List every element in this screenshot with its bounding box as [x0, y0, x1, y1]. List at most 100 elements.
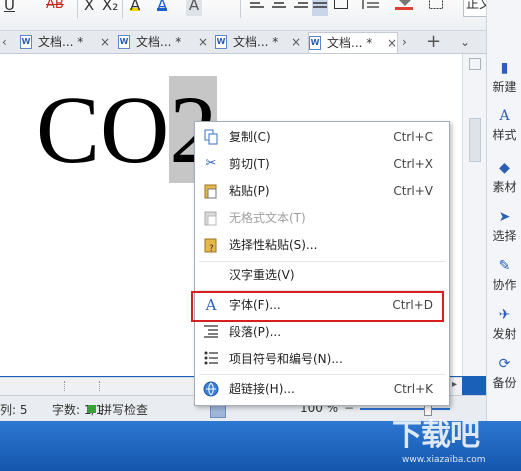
menu-item-copy[interactable]: 复制(C) Ctrl+C	[195, 124, 449, 150]
menu-item-label: 剪切(T)	[229, 157, 270, 171]
justify-icon[interactable]	[312, 0, 328, 16]
sidebar-item-label: 协作	[492, 278, 517, 292]
superscript-button[interactable]: X	[84, 0, 94, 16]
scroll-right-icon[interactable]: ▸	[452, 379, 457, 390]
style-icon: A	[499, 108, 510, 124]
align-center-icon[interactable]	[272, 0, 286, 16]
sidebar-item-send[interactable]: ✈ 发射	[487, 307, 521, 342]
formatting-toolbar: U AB X X₂ A A A 正文	[0, 0, 495, 31]
new-doc-icon: ▮	[500, 60, 509, 76]
menu-item-label: 超链接(H)...	[229, 382, 295, 396]
font-color-button[interactable]: A	[157, 0, 168, 14]
toolbar-divider	[240, 0, 241, 18]
menu-item-label: 项目符号和编号(N)...	[229, 352, 343, 366]
word-doc-icon: W	[20, 35, 32, 49]
collaborate-icon: ✎	[498, 258, 511, 274]
horizontal-scroll-thumb[interactable]	[64, 381, 100, 391]
sidebar-item-label: 新建	[492, 80, 517, 94]
sidebar-item-label: 选择	[492, 229, 517, 243]
backup-icon: ⟳	[498, 356, 511, 372]
menu-item-label: 段落(P)...	[229, 325, 282, 339]
hyperlink-icon	[203, 381, 219, 397]
tab-list-icon[interactable]: ⌄	[460, 32, 474, 52]
underline-button[interactable]: U	[4, 0, 15, 16]
highlight-color-button[interactable]: A	[130, 0, 141, 14]
menu-item-reconvert[interactable]: 汉字重选(V)	[195, 262, 449, 288]
watermark-url: www.xiazaiba.com	[402, 455, 486, 465]
menu-item-label: 选择性粘贴(S)...	[229, 238, 318, 252]
tab-label: 文档... *	[233, 35, 279, 49]
copy-icon	[203, 129, 219, 145]
distributed-align-icon[interactable]	[334, 0, 348, 16]
strikethrough-button[interactable]: AB	[46, 0, 64, 16]
document-tab-bar: ‹ W 文档... * × W 文档... * × W 文档... * × W …	[0, 31, 486, 54]
sidebar-item-backup[interactable]: ⟳ 备份	[487, 356, 521, 391]
right-task-pane: ▮ 新建 A 样式 ◆ 素材 ➤ 选择 ✎ 协作 ✈ 发射 ⟳ 备份	[486, 0, 521, 421]
tab-document-4-active[interactable]: W 文档... * ×	[308, 32, 398, 53]
paragraph-icon	[203, 324, 219, 340]
tab-close-icon[interactable]: ×	[387, 33, 397, 53]
watermark-logo: 下载吧	[392, 418, 480, 453]
sidebar-item-collaborate[interactable]: ✎ 协作	[487, 258, 521, 293]
paste-special-icon: ?	[203, 237, 219, 254]
sidebar-item-label: 样式	[492, 128, 517, 142]
tab-close-icon[interactable]: ×	[100, 32, 110, 52]
sidebar-item-new[interactable]: ▮ 新建	[487, 60, 521, 95]
text-unselected[interactable]: CO	[36, 76, 169, 183]
paste-plain-icon	[203, 210, 219, 226]
menu-item-hyperlink[interactable]: 超链接(H)... Ctrl+K	[195, 376, 449, 402]
sidebar-item-label: 备份	[492, 376, 517, 390]
sidebar-item-label: 发射	[492, 327, 517, 341]
sidebar-item-style[interactable]: A 样式	[487, 108, 521, 143]
menu-item-label: 粘贴(P)	[229, 184, 270, 198]
select-icon: ➤	[498, 209, 511, 225]
scroll-up-icon[interactable]	[469, 58, 481, 70]
menu-item-paste[interactable]: 粘贴(P) Ctrl+V	[195, 178, 449, 204]
align-right-icon[interactable]	[294, 0, 308, 16]
document-text[interactable]: CO2	[36, 76, 218, 183]
vertical-scrollbar[interactable]	[462, 54, 487, 376]
menu-separator	[199, 374, 445, 375]
word-doc-icon: W	[309, 36, 321, 50]
menu-item-shortcut: Ctrl+V	[393, 184, 433, 198]
send-icon: ✈	[498, 307, 511, 323]
bullet-list-icon	[203, 351, 219, 367]
vertical-scroll-thumb[interactable]	[469, 118, 481, 162]
tab-label: 文档... *	[327, 36, 373, 50]
menu-item-label: 汉字重选(V)	[229, 268, 295, 282]
svg-text:?: ?	[209, 244, 214, 253]
menu-item-paste-plain-text: 无格式文本(T)	[195, 205, 449, 231]
menu-item-label: 复制(C)	[229, 130, 271, 144]
tab-close-icon[interactable]: ×	[291, 32, 301, 52]
subscript-button[interactable]: X₂	[102, 0, 118, 16]
sidebar-item-material[interactable]: ◆ 素材	[487, 160, 521, 195]
sidebar-item-select[interactable]: ➤ 选择	[487, 209, 521, 244]
tab-document-3[interactable]: W 文档... * ×	[215, 32, 301, 52]
paragraph-shading-icon[interactable]	[394, 0, 416, 16]
column-indicator: 列: 5	[0, 403, 28, 417]
tab-scroll-right-icon[interactable]: ›	[402, 32, 414, 52]
spellcheck-status-icon	[88, 405, 96, 413]
menu-item-shortcut: Ctrl+C	[393, 130, 433, 144]
spellcheck-button[interactable]: 拼写检查	[100, 401, 148, 418]
menu-item-cut[interactable]: ✂ 剪切(T) Ctrl+X	[195, 151, 449, 177]
context-menu: 复制(C) Ctrl+C ✂ 剪切(T) Ctrl+X 粘贴(P) Ctrl+V…	[194, 121, 450, 406]
tab-scroll-left-icon[interactable]: ‹	[2, 32, 14, 52]
char-shading-button[interactable]: A	[186, 0, 202, 16]
menu-item-paragraph[interactable]: 段落(P)...	[195, 319, 449, 345]
new-tab-button[interactable]: +	[426, 32, 442, 52]
material-icon: ◆	[499, 160, 510, 176]
tab-document-1[interactable]: W 文档... * ×	[20, 32, 110, 52]
menu-item-paste-special[interactable]: ? 选择性粘贴(S)...	[195, 232, 449, 258]
menu-item-label: 无格式文本(T)	[229, 211, 306, 225]
border-icon[interactable]	[428, 0, 444, 16]
word-doc-icon: W	[215, 35, 227, 49]
tab-close-icon[interactable]: ×	[198, 32, 208, 52]
scissors-icon: ✂	[205, 156, 217, 171]
tab-document-2[interactable]: W 文档... * ×	[118, 32, 208, 52]
align-left-icon[interactable]	[250, 0, 264, 16]
menu-item-bullets-numbering[interactable]: 项目符号和编号(N)...	[195, 346, 449, 372]
toolbar-divider	[77, 0, 78, 18]
line-spacing-icon[interactable]	[360, 0, 380, 16]
tab-label: 文档... *	[38, 35, 84, 49]
